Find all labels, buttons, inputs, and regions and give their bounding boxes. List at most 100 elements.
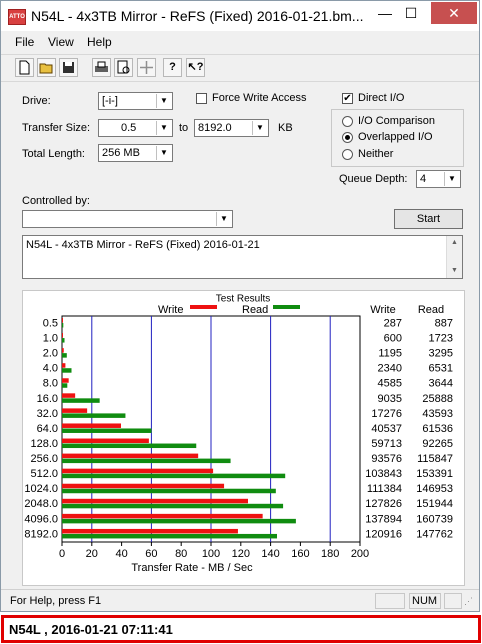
description-scrollbar[interactable]: ▲ ▼ xyxy=(446,236,462,278)
close-button[interactable]: ✕ xyxy=(431,2,477,24)
menu-bar: File View Help xyxy=(1,32,479,52)
x-tick-label: 160 xyxy=(291,548,309,560)
drive-select[interactable]: [-i-] ▼ xyxy=(98,92,173,110)
print-icon[interactable] xyxy=(92,58,111,77)
x-tick-label: 20 xyxy=(86,548,98,560)
read-bar xyxy=(62,428,152,433)
write-value: 4585 xyxy=(378,378,402,390)
test-results-panel: Test Results Write Read Write Read 0 20 40 60 80 1… xyxy=(22,290,465,586)
save-icon[interactable] xyxy=(59,58,78,77)
drive-label: Drive: xyxy=(22,95,51,107)
write-value: 103843 xyxy=(365,468,402,480)
write-bar xyxy=(62,363,66,368)
scroll-down-icon[interactable]: ▼ xyxy=(447,264,462,278)
read-value: 151944 xyxy=(416,498,453,510)
title-bar[interactable]: ATTO N54L - 4x3TB Mirror - ReFS (Fixed) … xyxy=(1,1,479,31)
controlled-by-select[interactable]: ▼ xyxy=(22,210,233,228)
y-tick-label: 512.0 xyxy=(30,468,58,480)
write-value: 1195 xyxy=(378,348,402,360)
write-bar xyxy=(62,483,225,489)
neither-radio[interactable] xyxy=(342,149,353,160)
menu-file[interactable]: File xyxy=(15,35,34,49)
total-length-label: Total Length: xyxy=(22,148,85,160)
write-bar xyxy=(62,348,64,353)
x-tick-label: 100 xyxy=(202,548,220,560)
read-bar xyxy=(62,533,278,539)
read-bar xyxy=(62,368,72,373)
y-tick-label: 64.0 xyxy=(37,423,58,435)
transfer-from-select[interactable]: 0.5 ▼ xyxy=(98,119,173,137)
overlapped-io-radio[interactable] xyxy=(342,132,353,143)
results-chart: Test Results Write Read Write Read 0 20 40 60 80 1… xyxy=(24,293,453,574)
force-write-label: Force Write Access xyxy=(212,92,307,104)
resize-grip-icon[interactable]: ⋰ xyxy=(464,596,473,607)
maximize-button[interactable]: ☐ xyxy=(398,2,424,24)
app-icon: ATTO xyxy=(8,9,26,25)
read-value: 146953 xyxy=(416,483,453,495)
y-tick-label: 4.0 xyxy=(43,363,58,375)
read-value: 3644 xyxy=(429,378,453,390)
queue-depth-value: 4 xyxy=(420,173,427,185)
caption-text: N54L , 2016-01-21 07:11:41 xyxy=(9,622,173,637)
start-button[interactable]: Start xyxy=(394,209,463,229)
write-value: 600 xyxy=(384,333,402,345)
print-preview-icon[interactable] xyxy=(114,58,133,77)
total-length-select[interactable]: 256 MB ▼ xyxy=(98,144,173,162)
context-help-icon[interactable]: ↖? xyxy=(186,58,205,77)
io-comparison-radio[interactable] xyxy=(342,116,353,127)
read-value: 115847 xyxy=(417,453,453,465)
direct-io-checkbox[interactable]: ✔ xyxy=(342,93,353,104)
y-tick-label: 1.0 xyxy=(43,333,58,345)
write-value: 2340 xyxy=(378,363,402,375)
transfer-to-select[interactable]: 8192.0 ▼ xyxy=(194,119,269,137)
read-bar xyxy=(62,458,231,464)
y-tick-label: 8.0 xyxy=(43,378,58,390)
queue-depth-select[interactable]: 4 ▼ xyxy=(416,170,461,188)
status-pane-caps xyxy=(375,593,405,609)
write-value: 17276 xyxy=(371,408,402,420)
write-bar xyxy=(62,333,63,338)
window-title: N54L - 4x3TB Mirror - ReFS (Fixed) 2016-… xyxy=(31,8,364,24)
move-icon[interactable] xyxy=(137,58,156,77)
write-bar xyxy=(62,453,199,459)
chevron-down-icon: ▼ xyxy=(216,212,231,226)
status-bar: For Help, press F1 NUM ⋰ xyxy=(1,589,479,612)
read-value: 887 xyxy=(435,317,453,329)
help-icon[interactable]: ? xyxy=(163,58,182,77)
write-bar xyxy=(62,378,69,383)
write-bar xyxy=(62,528,238,534)
chevron-down-icon: ▼ xyxy=(444,172,459,186)
write-value: 120916 xyxy=(365,528,402,540)
io-comparison-label: I/O Comparison xyxy=(358,115,436,127)
read-value: 92265 xyxy=(422,438,453,450)
write-bar xyxy=(62,498,248,504)
read-bar xyxy=(62,443,197,449)
read-bar xyxy=(62,503,284,509)
description-text: N54L - 4x3TB Mirror - ReFS (Fixed) 2016-… xyxy=(26,239,260,251)
minimize-button[interactable]: — xyxy=(372,2,398,24)
force-write-checkbox[interactable] xyxy=(196,93,207,104)
chevron-down-icon: ▼ xyxy=(252,121,267,135)
write-value: 111384 xyxy=(367,483,402,495)
description-input[interactable]: N54L - 4x3TB Mirror - ReFS (Fixed) 2016-… xyxy=(22,235,463,279)
scroll-up-icon[interactable]: ▲ xyxy=(447,236,462,250)
x-tick-label: 120 xyxy=(232,548,250,560)
write-bar xyxy=(62,513,263,519)
y-tick-label: 2.0 xyxy=(43,348,58,360)
status-num: NUM xyxy=(409,593,441,609)
menu-help[interactable]: Help xyxy=(87,35,112,49)
read-bar xyxy=(62,338,65,343)
menu-view[interactable]: View xyxy=(48,35,74,49)
read-column-header: Read xyxy=(418,304,444,316)
x-tick-label: 40 xyxy=(115,548,127,560)
new-icon[interactable] xyxy=(15,58,34,77)
y-tick-label: 32.0 xyxy=(37,408,58,420)
read-value: 160739 xyxy=(416,513,453,525)
legend-write-swatch xyxy=(190,305,217,309)
read-bar xyxy=(62,488,276,494)
x-tick-label: 80 xyxy=(175,548,187,560)
x-tick-label: 140 xyxy=(261,548,279,560)
open-icon[interactable] xyxy=(37,58,56,77)
y-tick-label: 256.0 xyxy=(30,453,58,465)
to-label: to xyxy=(179,122,189,134)
